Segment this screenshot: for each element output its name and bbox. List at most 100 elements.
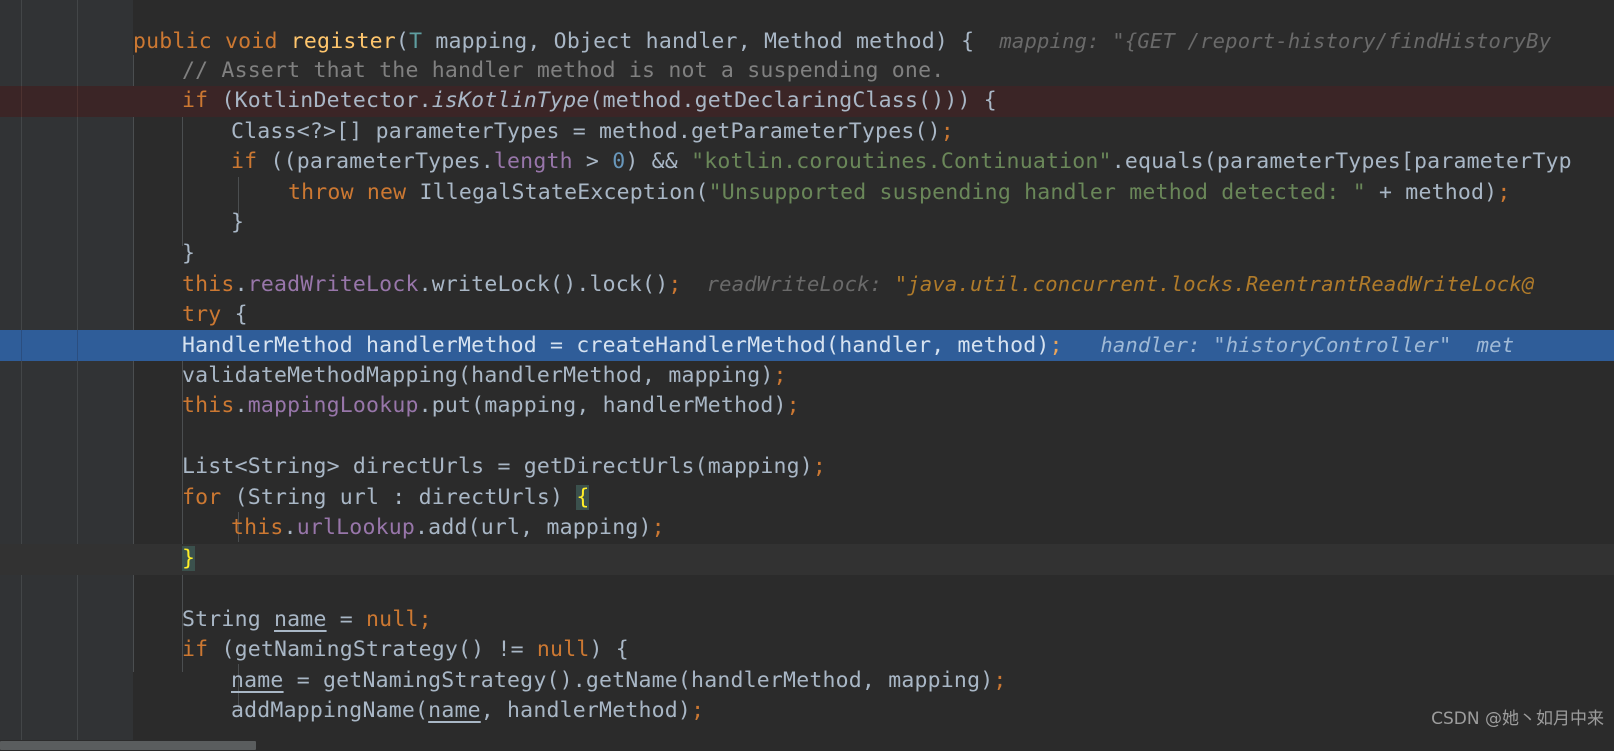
token-method-name: register [290,29,396,54]
code-line[interactable]: } [0,544,1614,575]
code-line-content: public void register(T mapping, Object h… [133,26,1551,57]
token-brace: } [182,241,196,266]
token-static-method: isKotlinType [431,88,590,113]
token-number: 0 [612,149,626,174]
token-type: String [182,607,275,632]
inline-hint-label: mapping: [999,29,1100,53]
code-editor[interactable]: public void register(T mapping, Object h… [0,0,1614,751]
code-line-content: } [133,544,196,575]
token-string: "kotlin.coroutines.Continuation" [691,149,1112,174]
token-expr: .equals(parameterTypes[parameterTyp [1111,149,1572,174]
token-local-variable: name [428,698,481,723]
token-semicolon: ; [812,454,827,479]
scrollbar-thumb[interactable] [0,741,256,750]
token-field: mappingLookup [247,393,419,418]
code-line[interactable]: throw new IllegalStateException("Unsuppo… [0,178,1614,209]
code-line[interactable]: this.urlLookup.add(url, mapping); [0,513,1614,544]
token-expr: (KotlinDetector. [208,88,432,113]
code-line-selected[interactable]: HandlerMethod handlerMethod = createHand… [0,330,1614,361]
token-expr: (getNamingStrategy() != [208,637,537,662]
hint-space [1452,333,1477,357]
token-expr: (method.getDeclaringClass())) { [589,88,997,113]
code-line-content: this.mappingLookup.put(mapping, handlerM… [133,391,800,422]
token-op: > [572,149,613,174]
code-line-content: throw new IllegalStateException("Unsuppo… [133,178,1510,209]
token-semicolon: ; [993,668,1007,693]
token-expr: + method) [1365,180,1498,205]
inline-hint-label: handler: [1100,333,1201,357]
code-line-content: String name = null; [133,605,432,636]
code-line-blank[interactable] [0,422,1614,453]
code-line[interactable]: // Assert that the handler method is not… [0,56,1614,87]
token-expr: validateMethodMapping(handlerMethod, map… [182,363,774,388]
token-op: = [326,607,367,632]
token-keyword-this: this [231,515,284,540]
token-brace: { [221,302,248,327]
token-field: length [493,149,573,174]
code-line-content: try { [133,300,248,331]
token-local-variable: name [231,668,284,693]
token-call: .put(mapping, handlerMethod) [418,393,787,418]
code-line-content: name = getNamingStrategy().getName(handl… [133,666,1007,697]
token-field: readWriteLock [247,272,419,297]
hint-space [882,272,895,296]
code-line[interactable]: List<String> directUrls = getDirectUrls(… [0,452,1614,483]
token-keyword: throw [288,180,354,205]
inline-hint-label [974,29,999,53]
token-keyword-this: this [182,393,235,418]
code-line[interactable]: if ((parameterTypes.length > 0) && "kotl… [0,147,1614,178]
token-keyword: if [231,149,258,174]
token-matching-brace-open: { [576,485,590,510]
code-line[interactable]: for (String url : directUrls) { [0,483,1614,514]
code-line[interactable]: Class<?>[] parameterTypes = method.getPa… [0,117,1614,148]
inline-hint-value: "java.util.concurrent.locks.ReentrantRea… [894,272,1535,296]
inline-hint-label: readWriteLock: [706,272,883,296]
token-keyword: public [133,29,212,54]
token-semicolon: ; [786,393,800,418]
token-semicolon: ; [940,119,954,144]
token-semicolon: ; [1497,180,1511,205]
code-line[interactable]: String name = null; [0,605,1614,636]
token-semicolon: ; [691,698,705,723]
code-line[interactable]: if (getNamingStrategy() != null) { [0,635,1614,666]
token-call: addMappingName( [231,698,429,723]
token-keyword-this: this [182,272,235,297]
code-line[interactable]: } [0,208,1614,239]
code-line-highlighted-error[interactable]: if (KotlinDetector.isKotlinType(method.g… [0,86,1614,117]
token-field: urlLookup [296,515,416,540]
token-keyword-null: null [536,637,590,662]
token-punct: ( [395,29,410,54]
hint-space [1201,333,1214,357]
token-dot: . [234,272,248,297]
code-line[interactable]: this.readWriteLock.writeLock().lock(); r… [0,269,1614,300]
token-expr: List<String> directUrls = getDirectUrls(… [182,454,813,479]
code-line-content: addMappingName(name, handlerMethod); [133,696,704,727]
token-keyword: new [366,180,407,205]
code-line[interactable]: this.mappingLookup.put(mapping, handlerM… [0,391,1614,422]
token-expr: (String url : directUrls) [221,485,577,510]
code-line[interactable]: validateMethodMapping(handlerMethod, map… [0,361,1614,392]
token-string: "Unsupported suspending handler method d… [708,180,1366,205]
code-line-content: if (getNamingStrategy() != null) { [133,635,629,666]
code-line[interactable]: try { [0,300,1614,331]
token-keyword: if [182,88,209,113]
code-line[interactable]: name = getNamingStrategy().getName(handl… [0,666,1614,697]
code-line[interactable]: addMappingName(name, handlerMethod); [0,696,1614,727]
code-line[interactable]: public void register(T mapping, Object h… [0,26,1614,57]
code-line[interactable]: } [0,239,1614,270]
token-expr: HandlerMethod handlerMethod = createHand… [182,333,1050,358]
token-matching-brace-close: } [182,546,196,571]
token-keyword: void [225,29,278,54]
token-expr: IllegalStateException( [419,180,709,205]
token-dot: . [283,515,297,540]
token-brace: ) { [589,637,629,662]
token-dot: . [234,393,248,418]
horizontal-scrollbar[interactable] [0,740,1614,751]
token-expr: , handlerMethod) [480,698,692,723]
code-line-content: if ((parameterTypes.length > 0) && "kotl… [133,147,1572,178]
code-line-blank[interactable] [0,574,1614,605]
token-semicolon: ; [418,607,432,632]
token-local-variable: name [274,607,327,632]
